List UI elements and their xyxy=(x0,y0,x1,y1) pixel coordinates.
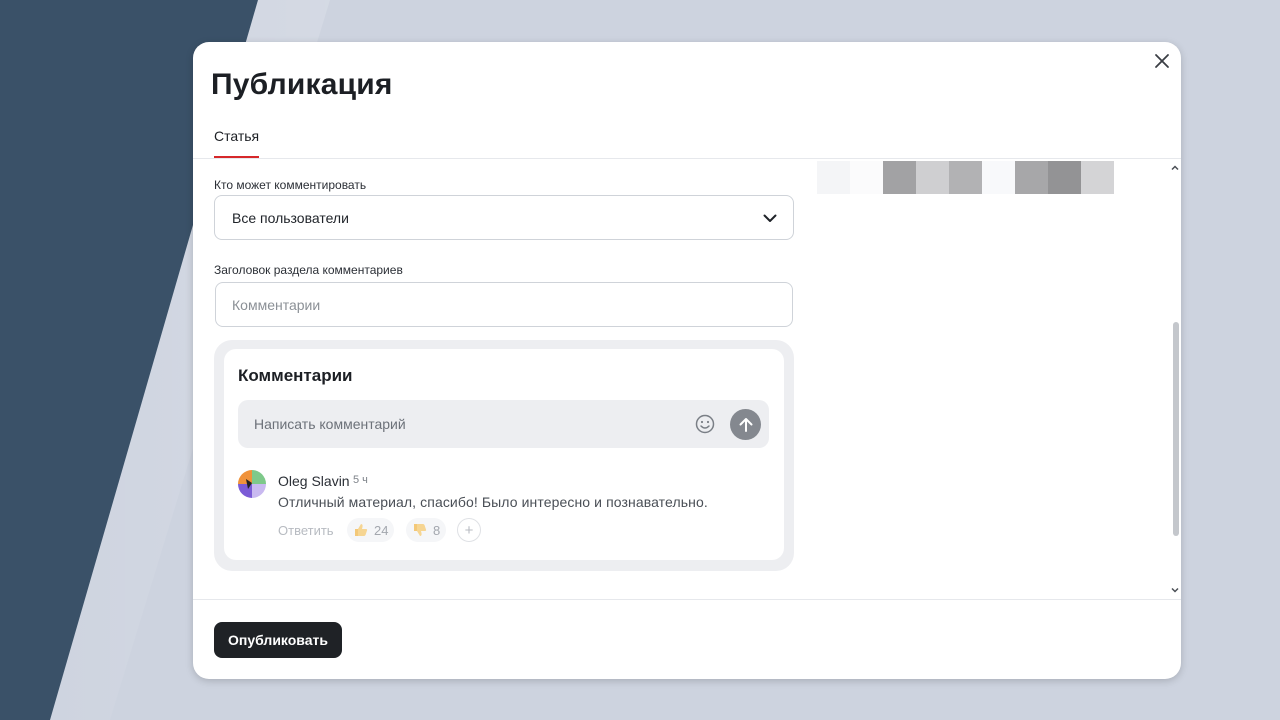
avatar[interactable] xyxy=(238,470,266,498)
send-comment-button[interactable] xyxy=(730,409,761,440)
footer-divider xyxy=(193,599,1181,600)
like-reaction[interactable]: 24 xyxy=(347,518,395,542)
like-count: 24 xyxy=(374,522,389,538)
comment-time: 5 ч xyxy=(353,474,368,486)
comments-access-select[interactable]: Все пользователи xyxy=(214,195,794,240)
preview-title: Комментарии xyxy=(238,366,353,385)
tab-bar: Статья xyxy=(214,128,260,160)
scroll-up-icon[interactable] xyxy=(1170,163,1180,173)
comment-input-placeholder: Написать комментарий xyxy=(254,416,406,432)
scrollbar-thumb[interactable] xyxy=(1173,322,1179,536)
comment-author[interactable]: Oleg Slavin xyxy=(278,473,350,489)
reply-link[interactable]: Ответить xyxy=(278,523,334,538)
comments-heading-label: Заголовок раздела комментариев xyxy=(214,263,403,277)
publish-button[interactable]: Опубликовать xyxy=(214,622,342,658)
scrollbar[interactable] xyxy=(1169,160,1181,596)
dislike-reaction[interactable]: 8 xyxy=(406,518,447,542)
comments-heading-input[interactable] xyxy=(215,282,793,327)
thumbs-down-icon xyxy=(414,524,427,536)
close-button[interactable] xyxy=(1151,50,1173,72)
arrow-up-icon xyxy=(739,417,752,432)
publish-modal: Публикация Статья Кто может комментирова… xyxy=(193,42,1181,679)
comments-access-value: Все пользователи xyxy=(232,209,349,226)
close-icon xyxy=(1155,54,1169,68)
tabs-divider xyxy=(193,158,1181,159)
plus-icon: + xyxy=(464,521,474,539)
comments-preview: Комментарии Написать комментарий Oleg Sl… xyxy=(214,340,794,571)
scroll-down-icon[interactable] xyxy=(1170,585,1180,595)
thumbs-up-icon xyxy=(355,524,368,536)
pixelated-area xyxy=(817,161,1114,196)
comments-access-label: Кто может комментировать xyxy=(214,178,367,192)
comment-text: Отличный материал, спасибо! Было интерес… xyxy=(278,494,708,510)
avatar-image xyxy=(238,470,266,498)
dislike-count: 8 xyxy=(433,522,441,538)
tab-article[interactable]: Статья xyxy=(214,128,260,159)
comments-preview-card: Комментарии Написать комментарий Oleg Sl… xyxy=(224,349,784,560)
chevron-down-icon xyxy=(763,214,777,222)
comment-input[interactable]: Написать комментарий xyxy=(238,400,769,448)
smile-icon[interactable] xyxy=(694,413,716,435)
modal-title: Публикация xyxy=(211,68,393,101)
add-reaction-button[interactable]: + xyxy=(457,518,481,542)
